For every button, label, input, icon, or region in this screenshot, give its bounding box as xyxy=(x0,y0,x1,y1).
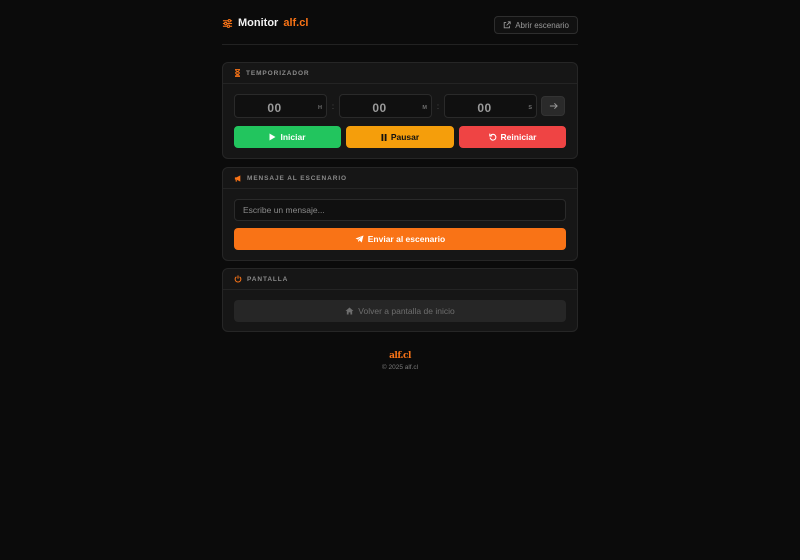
hourglass-icon xyxy=(235,69,240,77)
start-label: Iniciar xyxy=(280,132,306,142)
screen-section-title: PANTALLA xyxy=(247,275,289,283)
reset-label: Reiniciar xyxy=(500,132,537,142)
open-stage-label: Abrir escenario xyxy=(515,20,569,30)
timer-card-header: TEMPORIZADOR xyxy=(223,63,577,84)
copyright: © 2025 alf.cl xyxy=(381,364,419,371)
timer-controls: Iniciar Pausar Reiniciar xyxy=(234,126,566,148)
home-icon xyxy=(345,307,354,315)
header: Monitor alf.cl Abrir escenario xyxy=(222,0,578,45)
reset-button[interactable]: Reiniciar xyxy=(459,126,566,148)
monitor-panel: Monitor alf.cl Abrir escenario TEMPORIZA… xyxy=(222,0,578,371)
pause-button[interactable]: Pausar xyxy=(346,126,454,148)
hours-unit: H xyxy=(318,105,322,111)
sliders-icon xyxy=(222,18,233,28)
hours-input[interactable]: 00 H xyxy=(234,94,327,118)
message-section-title: MENSAJE AL ESCENARIO xyxy=(247,174,347,182)
set-timer-button[interactable] xyxy=(541,96,565,116)
rotate-ccw-icon xyxy=(488,133,496,141)
seconds-input[interactable]: 00 S xyxy=(444,94,537,118)
time-separator: : xyxy=(331,101,335,111)
open-stage-button[interactable]: Abrir escenario xyxy=(494,16,578,34)
message-card-header: MENSAJE AL ESCENARIO xyxy=(223,168,577,189)
app-title: Monitor xyxy=(238,17,279,29)
footer-logo: alf.cl xyxy=(389,351,411,361)
message-input[interactable] xyxy=(234,199,566,221)
screen-card: PANTALLA Volver a pantalla de inicio xyxy=(222,268,578,332)
time-separator: : xyxy=(436,101,440,111)
start-button[interactable]: Iniciar xyxy=(234,126,341,148)
send-label: Enviar al escenario xyxy=(367,234,446,244)
seconds-unit: S xyxy=(528,105,532,111)
timer-card: TEMPORIZADOR 00 H : 00 M : 00 S Iniciar … xyxy=(222,62,578,159)
power-icon xyxy=(234,275,242,283)
screen-card-header: PANTALLA xyxy=(223,269,577,290)
home-label: Volver a pantalla de inicio xyxy=(358,306,455,316)
external-link-icon xyxy=(503,21,511,29)
timer-section-title: TEMPORIZADOR xyxy=(246,69,310,77)
app-title-accent: alf.cl xyxy=(283,17,309,29)
minutes-value: 00 xyxy=(372,101,387,115)
timer-inputs: 00 H : 00 M : 00 S xyxy=(234,94,565,118)
brand: Monitor alf.cl xyxy=(222,17,308,29)
hours-value: 00 xyxy=(267,101,282,115)
footer: alf.cl © 2025 alf.cl xyxy=(222,351,578,371)
paper-plane-icon xyxy=(355,235,364,243)
home-screen-button[interactable]: Volver a pantalla de inicio xyxy=(234,300,566,322)
minutes-input[interactable]: 00 M xyxy=(339,94,432,118)
megaphone-icon xyxy=(234,174,241,182)
pause-label: Pausar xyxy=(390,132,420,142)
play-icon xyxy=(269,133,276,141)
message-card: MENSAJE AL ESCENARIO Enviar al escenario xyxy=(222,167,578,261)
send-to-stage-button[interactable]: Enviar al escenario xyxy=(234,228,566,250)
minutes-unit: M xyxy=(422,105,427,111)
seconds-value: 00 xyxy=(477,101,492,115)
arrow-right-icon xyxy=(549,102,558,110)
pause-icon xyxy=(381,133,387,141)
